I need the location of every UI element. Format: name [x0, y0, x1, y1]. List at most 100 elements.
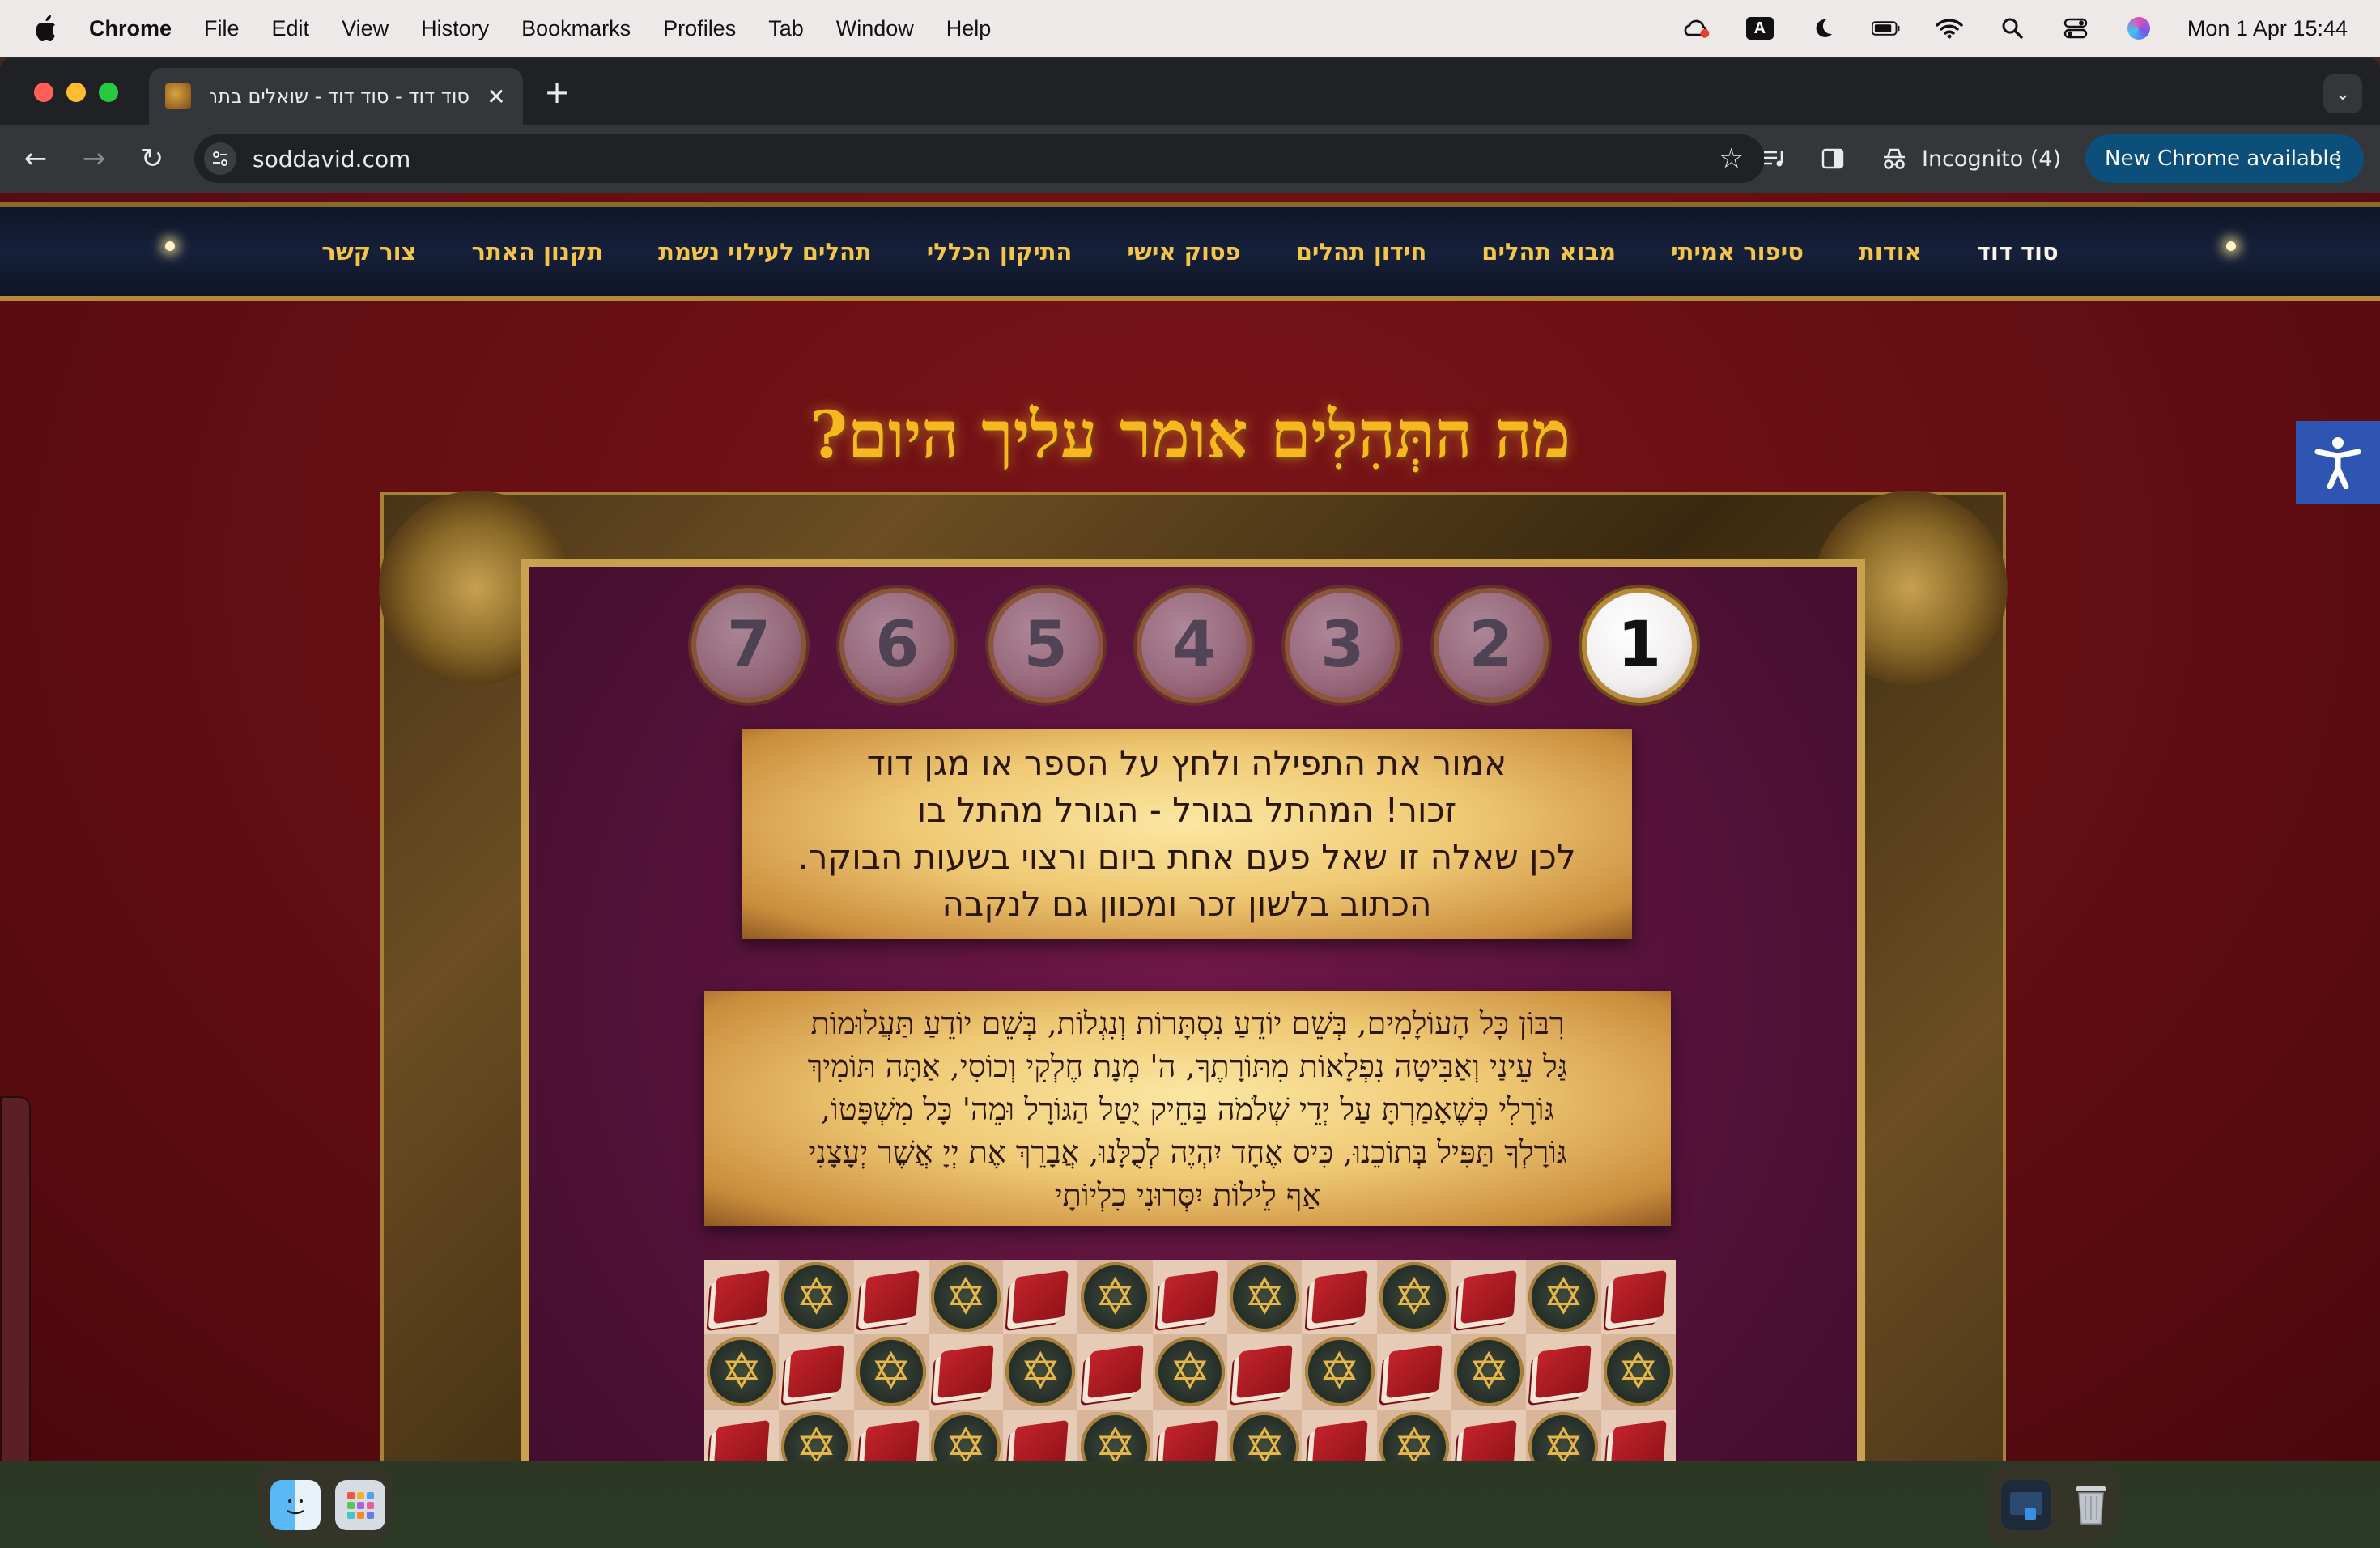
star-of-david-tile[interactable]: ✡: [1376, 1409, 1451, 1461]
star-of-david-tile[interactable]: ✡: [928, 1260, 1004, 1335]
book-tile[interactable]: [1302, 1260, 1377, 1335]
book-tile[interactable]: [1077, 1334, 1153, 1410]
book-tile[interactable]: [1376, 1334, 1451, 1410]
star-of-david-tile[interactable]: ✡: [1526, 1409, 1601, 1461]
window-zoom-button[interactable]: [99, 83, 118, 102]
menu-app-name[interactable]: Chrome: [89, 16, 172, 41]
site-info-icon[interactable]: [204, 142, 236, 175]
nav-tehillim-memorial[interactable]: תהלים לעילוי נשמת: [658, 238, 872, 266]
book-tile[interactable]: [1227, 1334, 1303, 1410]
book-tile[interactable]: [1003, 1409, 1078, 1461]
reload-icon[interactable]: ↻: [134, 141, 170, 176]
book-tile[interactable]: [853, 1260, 929, 1335]
star-of-david-tile[interactable]: ✡: [779, 1409, 854, 1461]
stage-ball-3[interactable]: 3: [1290, 593, 1396, 698]
stage-ball-6[interactable]: 6: [844, 593, 950, 698]
star-of-david-tile[interactable]: ✡: [1227, 1260, 1303, 1335]
finder-icon[interactable]: [270, 1480, 321, 1530]
book-tile[interactable]: [1600, 1409, 1676, 1461]
menu-bar-clock[interactable]: Mon 1 Apr 15:44: [2187, 16, 2348, 41]
new-chrome-available-button[interactable]: New Chrome available ⋮: [2085, 134, 2364, 183]
stage-ball-2[interactable]: 2: [1438, 593, 1544, 698]
back-arrow-icon[interactable]: ←: [18, 141, 53, 176]
nav-tehillim-intro[interactable]: מבוא תהלים: [1481, 238, 1616, 266]
book-tile[interactable]: [1526, 1334, 1601, 1410]
stage-ball-1[interactable]: 1: [1586, 593, 1692, 698]
control-center-icon[interactable]: [2061, 16, 2090, 40]
star-of-david-tile[interactable]: ✡: [704, 1334, 780, 1410]
incognito-indicator[interactable]: Incognito (4): [1880, 134, 2061, 183]
nav-personal-verse[interactable]: פסוק אישי: [1127, 238, 1240, 266]
moon-icon[interactable]: [1808, 16, 1838, 40]
nav-tikkun-haklali[interactable]: התיקון הכללי: [927, 238, 1073, 266]
menu-bookmarks[interactable]: Bookmarks: [521, 16, 631, 41]
keyboard-input-icon[interactable]: A: [1745, 16, 1774, 40]
spotlight-search-icon[interactable]: [1998, 16, 2027, 40]
creative-cloud-icon[interactable]: [1682, 16, 1711, 40]
nav-tehillim-quiz[interactable]: חידון תהלים: [1296, 238, 1427, 266]
menu-view[interactable]: View: [342, 16, 389, 41]
book-tile[interactable]: [853, 1409, 929, 1461]
accessibility-button[interactable]: [2296, 421, 2380, 504]
star-of-david-tile[interactable]: ✡: [1526, 1260, 1601, 1335]
side-panel-tab[interactable]: [0, 1096, 31, 1461]
star-of-david-tile[interactable]: ✡: [1152, 1334, 1228, 1410]
book-tile[interactable]: [779, 1334, 854, 1410]
menu-profiles[interactable]: Profiles: [663, 16, 736, 41]
book-tile[interactable]: [1600, 1260, 1676, 1335]
tab-search-icon[interactable]: ⌄: [2323, 74, 2362, 113]
window-minimize-button[interactable]: [66, 83, 86, 102]
address-bar[interactable]: soddavid.com ☆: [194, 134, 1765, 183]
nav-site-terms[interactable]: תקנון האתר: [472, 238, 604, 266]
book-tile[interactable]: [1152, 1409, 1228, 1461]
forward-arrow-icon[interactable]: →: [76, 141, 112, 176]
stage-ball-5[interactable]: 5: [992, 593, 1099, 698]
star-of-david-tile[interactable]: ✡: [1451, 1334, 1527, 1410]
star-of-david-tile[interactable]: ✡: [928, 1409, 1004, 1461]
nav-about[interactable]: אודות: [1859, 238, 1922, 266]
apple-logo-icon[interactable]: [32, 14, 58, 43]
menu-window[interactable]: Window: [836, 16, 914, 41]
book-tile[interactable]: [1451, 1260, 1527, 1335]
star-of-david-tile[interactable]: ✡: [1003, 1334, 1078, 1410]
book-tile[interactable]: [1302, 1409, 1377, 1461]
star-of-david-tile[interactable]: ✡: [853, 1334, 929, 1410]
book-tile[interactable]: [1451, 1409, 1527, 1461]
star-of-david-tile[interactable]: ✡: [1376, 1260, 1451, 1335]
siri-icon[interactable]: [2124, 16, 2153, 40]
launchpad-icon[interactable]: [335, 1480, 385, 1530]
star-of-david-tile[interactable]: ✡: [1227, 1409, 1303, 1461]
screenshot-thumbnail-icon[interactable]: [2001, 1480, 2051, 1530]
nav-contact[interactable]: צור קשר: [321, 238, 416, 266]
menu-tab[interactable]: Tab: [768, 16, 804, 41]
star-of-david-tile[interactable]: ✡: [1077, 1409, 1153, 1461]
nav-brand-sod-david[interactable]: סוד דוד: [1977, 238, 2059, 266]
side-panel-icon[interactable]: [1817, 142, 1849, 175]
browser-tab-active[interactable]: סוד דוד - סוד דוד - שואלים בתהלים ✕: [149, 68, 523, 125]
bookmark-star-icon[interactable]: ☆: [1719, 142, 1744, 175]
star-of-david-tile[interactable]: ✡: [779, 1260, 854, 1335]
menu-help[interactable]: Help: [946, 16, 992, 41]
more-menu-icon[interactable]: ⋮: [2327, 146, 2349, 172]
book-tile[interactable]: [704, 1260, 780, 1335]
menu-edit[interactable]: Edit: [272, 16, 310, 41]
star-of-david-tile[interactable]: ✡: [1077, 1260, 1153, 1335]
tab-close-icon[interactable]: ✕: [484, 83, 508, 110]
book-tile[interactable]: [1152, 1260, 1228, 1335]
media-controls-icon[interactable]: [1758, 142, 1791, 175]
book-tile[interactable]: [704, 1409, 780, 1461]
stage-ball-7[interactable]: 7: [696, 593, 801, 698]
book-tile[interactable]: [1003, 1260, 1078, 1335]
menu-file[interactable]: File: [204, 16, 240, 41]
book-tile[interactable]: [928, 1334, 1004, 1410]
star-of-david-tile[interactable]: ✡: [1302, 1334, 1377, 1410]
menu-history[interactable]: History: [421, 16, 489, 41]
window-close-button[interactable]: [34, 83, 53, 102]
star-of-david-tile[interactable]: ✡: [1600, 1334, 1676, 1410]
wifi-icon[interactable]: [1935, 16, 1964, 40]
trash-icon[interactable]: [2066, 1480, 2116, 1530]
battery-icon[interactable]: [1871, 16, 1901, 40]
nav-true-story[interactable]: סיפור אמיתי: [1671, 238, 1804, 266]
stage-ball-4[interactable]: 4: [1141, 593, 1247, 698]
new-tab-icon[interactable]: +: [541, 74, 573, 110]
